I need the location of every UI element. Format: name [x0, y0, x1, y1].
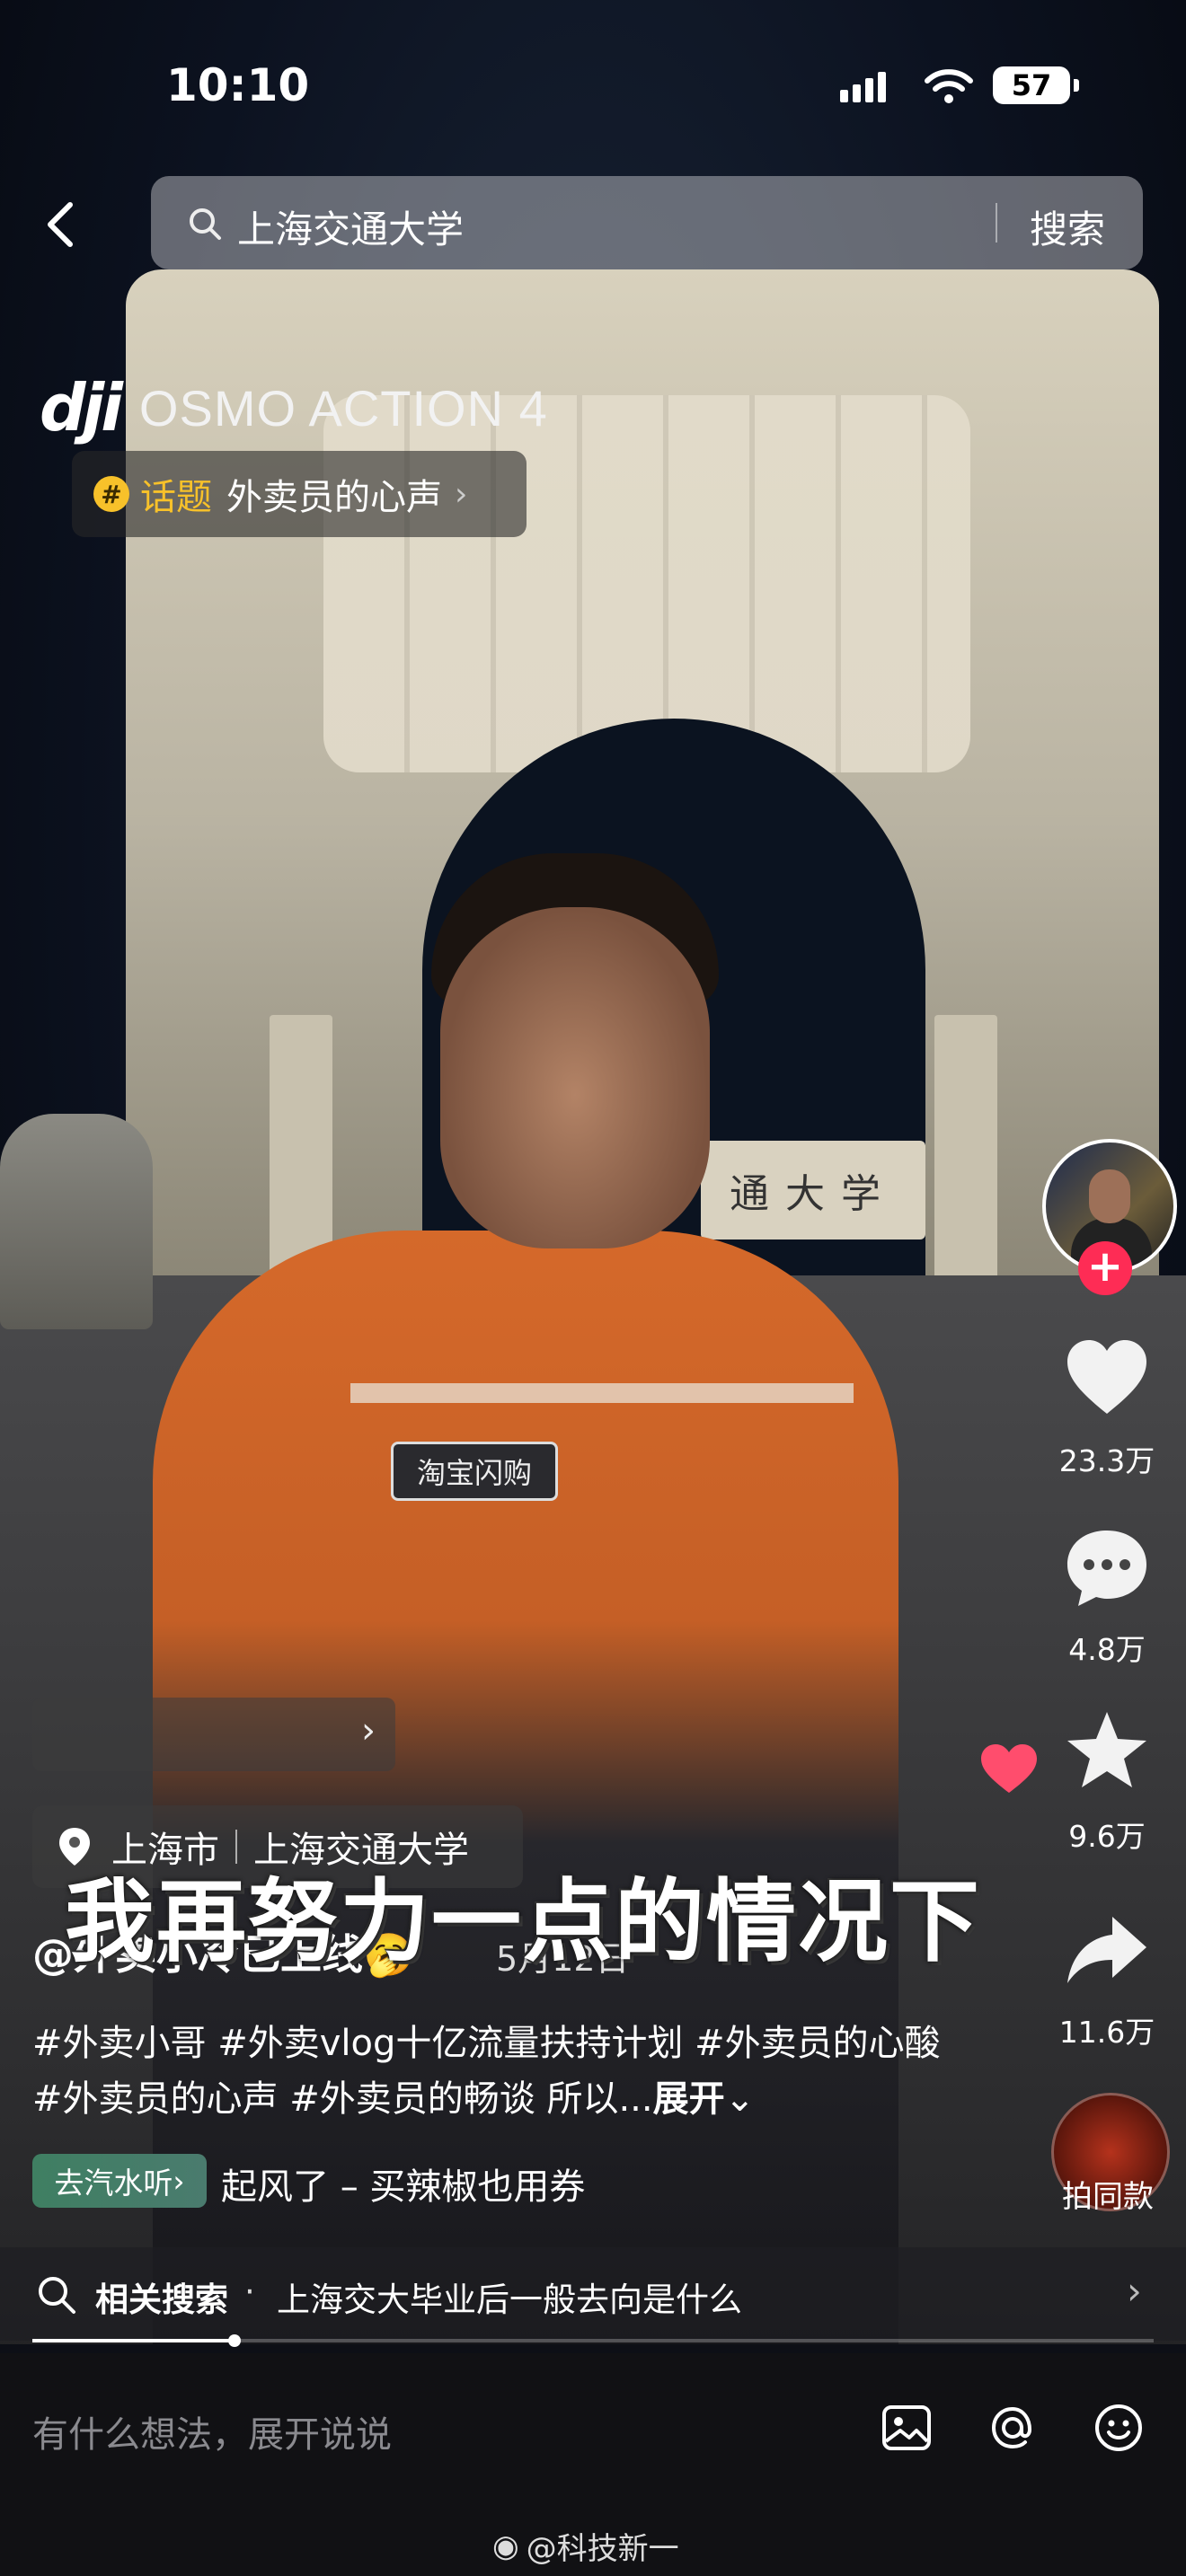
cellular-signal-icon	[840, 70, 886, 102]
related-search-query[interactable]: 上海交大毕业后一般去向是什么	[277, 2272, 742, 2321]
weibo-logo-icon: ◉	[492, 2527, 519, 2564]
search-icon	[39, 2277, 75, 2314]
chevron-right-icon: ›	[173, 2163, 185, 2199]
music-title[interactable]: 起风了 – 买辣椒也用券	[221, 2157, 585, 2210]
music-app-tag[interactable]: 去汽水听 ›	[32, 2154, 207, 2208]
search-button[interactable]: 搜索	[1030, 199, 1105, 254]
anchor-pill[interactable]: ›	[32, 1698, 395, 1771]
search-divider	[996, 203, 997, 243]
same-style-label[interactable]: 拍同款	[1033, 2172, 1182, 2216]
pillar	[934, 1015, 997, 1311]
comment-count: 4.8万	[1068, 1632, 1146, 1667]
video-frame[interactable]: 通大学 淘宝闪购	[0, 0, 1186, 2344]
floating-heart-icon	[981, 1744, 1037, 1793]
share-count: 11.6万	[1058, 2015, 1155, 2050]
emoji-icon[interactable]	[1091, 2400, 1146, 2456]
music-tag-label: 去汽水听	[54, 2166, 173, 2201]
battery-indicator: 57	[993, 66, 1070, 104]
related-search-label: 相关搜索	[95, 2280, 228, 2319]
watermark-text: @科技新一	[526, 2531, 679, 2567]
favorite-count: 9.6万	[1068, 1819, 1146, 1854]
chevron-right-icon: ›	[1127, 2269, 1142, 2313]
status-time: 10:10	[166, 59, 310, 111]
camera-model: OSMO ACTION 4	[138, 379, 548, 437]
courier-face	[440, 907, 710, 1248]
follow-button[interactable]: +	[1078, 1241, 1132, 1295]
chevron-down-icon: ⌄	[724, 2078, 756, 2120]
dji-logo: dji	[40, 370, 123, 446]
wifi-icon	[925, 69, 973, 103]
description-text: #外卖小哥 #外卖vlog十亿流量扶持计划 #外卖员的心酸 #外卖员的心声 #外…	[32, 2023, 941, 2120]
topic-pill[interactable]: # 话题 外卖员的心声 ›	[72, 451, 527, 537]
university-sign: 通大学	[701, 1141, 925, 1239]
hashtag-icon: #	[93, 476, 129, 512]
video-description[interactable]: #外卖小哥 #外卖vlog十亿流量扶持计划 #外卖员的心酸 #外卖员的心声 #外…	[32, 2016, 958, 2127]
image-icon[interactable]	[879, 2400, 934, 2456]
progress-fill	[32, 2339, 235, 2342]
share-icon[interactable]	[1062, 1904, 1152, 1994]
search-icon	[190, 208, 221, 240]
chevron-right-icon: ›	[455, 475, 468, 513]
expand-button[interactable]: 展开	[653, 2078, 725, 2120]
back-arrow-icon[interactable]	[36, 198, 90, 251]
star-icon[interactable]	[1062, 1707, 1152, 1796]
app-screen: 通大学 淘宝闪购 10:10 57 上海交通大学 搜索 dji OSMO ACT…	[0, 0, 1186, 2576]
jacket-patch: 淘宝闪购	[391, 1442, 558, 1501]
video-subtitle: 我再努力一点的情况下	[65, 1869, 981, 1974]
comment-input[interactable]: 有什么想法，展开说说	[32, 2405, 392, 2457]
topic-name: 外卖员的心声	[226, 477, 442, 518]
progress-knob[interactable]	[227, 2334, 241, 2347]
weibo-watermark: ◉ @科技新一	[492, 2524, 679, 2568]
jacket-reflective-stripe	[350, 1383, 854, 1403]
search-bar[interactable]: 上海交通大学 搜索	[151, 176, 1143, 269]
camera-brand-watermark: dji OSMO ACTION 4	[40, 370, 548, 446]
video-progress-bar[interactable]	[32, 2334, 1154, 2347]
topic-label: 话题	[140, 477, 212, 518]
related-search-bar[interactable]: 相关搜索 · 上海交大毕业后一般去向是什么 ›	[0, 2247, 1186, 2341]
like-count: 23.3万	[1058, 1443, 1155, 1478]
mention-icon[interactable]	[985, 2400, 1040, 2456]
heart-icon[interactable]	[1062, 1335, 1152, 1425]
chevron-right-icon: ›	[361, 1710, 376, 1751]
comment-icon[interactable]	[1062, 1523, 1152, 1613]
avatar-face	[1089, 1169, 1130, 1223]
lion-statue	[0, 1114, 153, 1329]
battery-tip	[1074, 79, 1079, 92]
related-separator: ·	[244, 2272, 255, 2311]
search-query[interactable]: 上海交通大学	[237, 199, 464, 254]
